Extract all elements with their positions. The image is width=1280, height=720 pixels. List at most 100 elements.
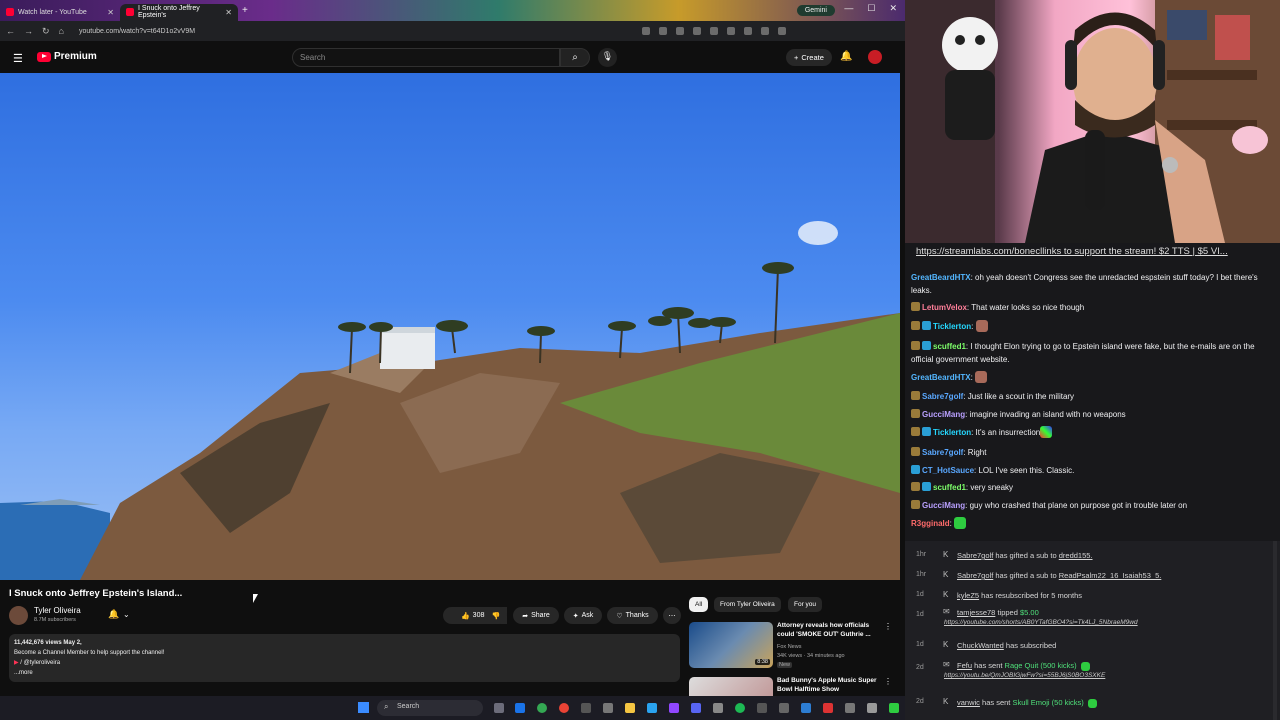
chat-username[interactable]: scuffed1 [933,342,966,351]
chrome-profile-icon[interactable] [559,703,569,713]
chrome-icon[interactable] [537,703,547,713]
browser-window: Watch later - YouTube ✕ I Snuck onto Jef… [0,0,905,720]
obs-icon[interactable] [713,703,723,713]
back-icon[interactable]: ← [6,26,15,36]
extension-icon[interactable] [641,27,650,35]
share-button[interactable]: ➦ Share [513,607,559,624]
event-user[interactable]: Fefu [957,661,972,670]
bookmark-star-icon[interactable] [658,27,667,35]
channel-avatar[interactable] [9,606,28,625]
chat-username[interactable]: Ticklerton [933,322,971,331]
close-tab-icon[interactable]: ✕ [107,8,114,17]
event-user[interactable]: Sabre7golf [957,551,993,560]
chat-username[interactable]: LetumVelox [922,303,967,312]
chat-username[interactable]: scuffed1 [933,483,966,492]
url-field[interactable]: youtube.com/watch?v=t64D1o2vV9M [72,24,633,38]
close-tab-icon[interactable]: ✕ [225,8,232,17]
maximize-icon[interactable]: ☐ [867,3,875,14]
close-window-icon[interactable]: ✕ [889,3,897,14]
event-user[interactable]: kyleZ5 [957,591,979,600]
event-user[interactable]: Sabre7golf [957,571,993,580]
app-icon[interactable] [823,703,833,713]
event-feed-scrollbar[interactable] [1273,541,1277,720]
chip-all[interactable]: All [689,597,709,612]
new-tab-icon[interactable]: + [242,5,248,16]
taskbar-search[interactable]: Search [377,700,483,716]
extension-icon[interactable] [743,27,752,35]
reload-icon[interactable]: ↻ [42,26,50,37]
edge-icon[interactable] [515,703,525,713]
app-icon[interactable] [603,703,613,713]
more-vert-icon[interactable]: ⋮ [884,622,892,631]
event-text: vanwic has sent Skull Emoji (50 kicks) [957,698,1097,708]
extension-icon[interactable] [726,27,735,35]
telegram-icon[interactable] [647,703,657,713]
profile-icon[interactable] [760,27,769,35]
app-icon[interactable] [845,703,855,713]
home-icon[interactable]: ⌂ [59,26,64,36]
chip-for-you[interactable]: For you [788,597,823,612]
spotify-icon[interactable] [735,703,745,713]
event-user[interactable]: vanwic [957,698,980,707]
dislike-button[interactable]: 👎 [485,607,507,624]
app-icon[interactable] [757,703,767,713]
tab-epstein-video[interactable]: I Snuck onto Jeffrey Epstein's ✕ [120,3,238,21]
event-user[interactable]: tamjesse78 [957,608,995,617]
thanks-button[interactable]: ♡ Thanks [607,607,658,624]
youtube-logo[interactable]: Premium [37,51,97,62]
create-button[interactable]: + Create [786,49,832,66]
minimize-icon[interactable]: — [844,3,853,14]
forward-icon[interactable]: → [24,26,33,36]
more-actions-button[interactable]: ⋯ [663,607,681,624]
account-avatar[interactable] [868,50,882,64]
channel-name[interactable]: Tyler Oliveira [34,606,81,615]
chip-from-channel[interactable]: From Tyler Oliveira [714,597,781,612]
windows-start-icon[interactable] [358,702,369,713]
chevron-down-icon[interactable]: ⌄ [123,610,130,619]
recommended-video[interactable]: Bad Bunny's Apple Music Super Bowl Halft… [689,677,889,696]
twitch-icon[interactable] [669,703,679,713]
description-box[interactable]: 11,442,676 views May 2, Become a Channel… [9,634,680,682]
chat-username[interactable]: Ticklerton [933,428,971,437]
hamburger-menu-icon[interactable]: ☰ [13,52,23,65]
app-icon[interactable] [889,703,899,713]
task-view-icon[interactable] [494,703,504,713]
app-icon[interactable] [801,703,811,713]
app-icon[interactable] [779,703,789,713]
ask-button[interactable]: ✦ Ask [564,607,602,624]
show-more-link[interactable]: ...more [14,668,675,678]
voice-search-button[interactable]: 🎙 [598,48,617,67]
chat-username[interactable]: R3gginald [911,519,950,528]
discord-icon[interactable] [691,703,701,713]
extension-icon[interactable] [709,27,718,35]
app-icon[interactable] [581,703,591,713]
tip-icon: ✉ [943,660,950,669]
extension-icon[interactable] [692,27,701,35]
description-link[interactable]: ▶ / @tyleroliveira [14,658,675,668]
pinned-message[interactable]: https://streamlabs.com/bonecllinks to su… [916,245,1228,258]
chat-username[interactable]: GreatBeardHTX [911,373,971,382]
search-button[interactable]: ⌕ [560,48,590,67]
chat-username[interactable]: GreatBeardHTX [911,273,971,282]
chat-username[interactable]: CT_HotSauce [922,466,974,475]
browser-menu-icon[interactable] [777,27,786,35]
more-vert-icon[interactable]: ⋮ [884,677,889,686]
chat-username[interactable]: GucciMang [922,501,965,510]
event-user[interactable]: ChuckWanted [957,641,1004,650]
chat-username[interactable]: Sabre7golf [922,392,963,401]
recommended-video[interactable]: 8:38 Attorney reveals how officials coul… [689,622,892,672]
notifications-bell-icon[interactable]: 🔔 [840,51,852,62]
description-line: Become a Channel Member to help support … [14,650,165,656]
chat-username[interactable]: Sabre7golf [922,448,963,457]
tab-watch-later[interactable]: Watch later - YouTube ✕ [0,4,120,21]
event-link[interactable]: https://youtube.com/shorts/AB0YTafGBO4?s… [944,619,1138,626]
extension-icon[interactable] [675,27,684,35]
event-link[interactable]: https://youtu.be/QmJOBIGjwFw?si=55BJ6jS0… [944,672,1105,679]
chat-username[interactable]: GucciMang [922,410,965,419]
app-icon[interactable] [867,703,877,713]
video-player[interactable] [0,73,900,580]
gemini-button[interactable]: Gemini [796,5,835,16]
subscribed-bell-icon[interactable]: 🔔 [108,609,119,620]
search-input[interactable]: Search [292,48,560,67]
file-explorer-icon[interactable] [625,703,635,713]
